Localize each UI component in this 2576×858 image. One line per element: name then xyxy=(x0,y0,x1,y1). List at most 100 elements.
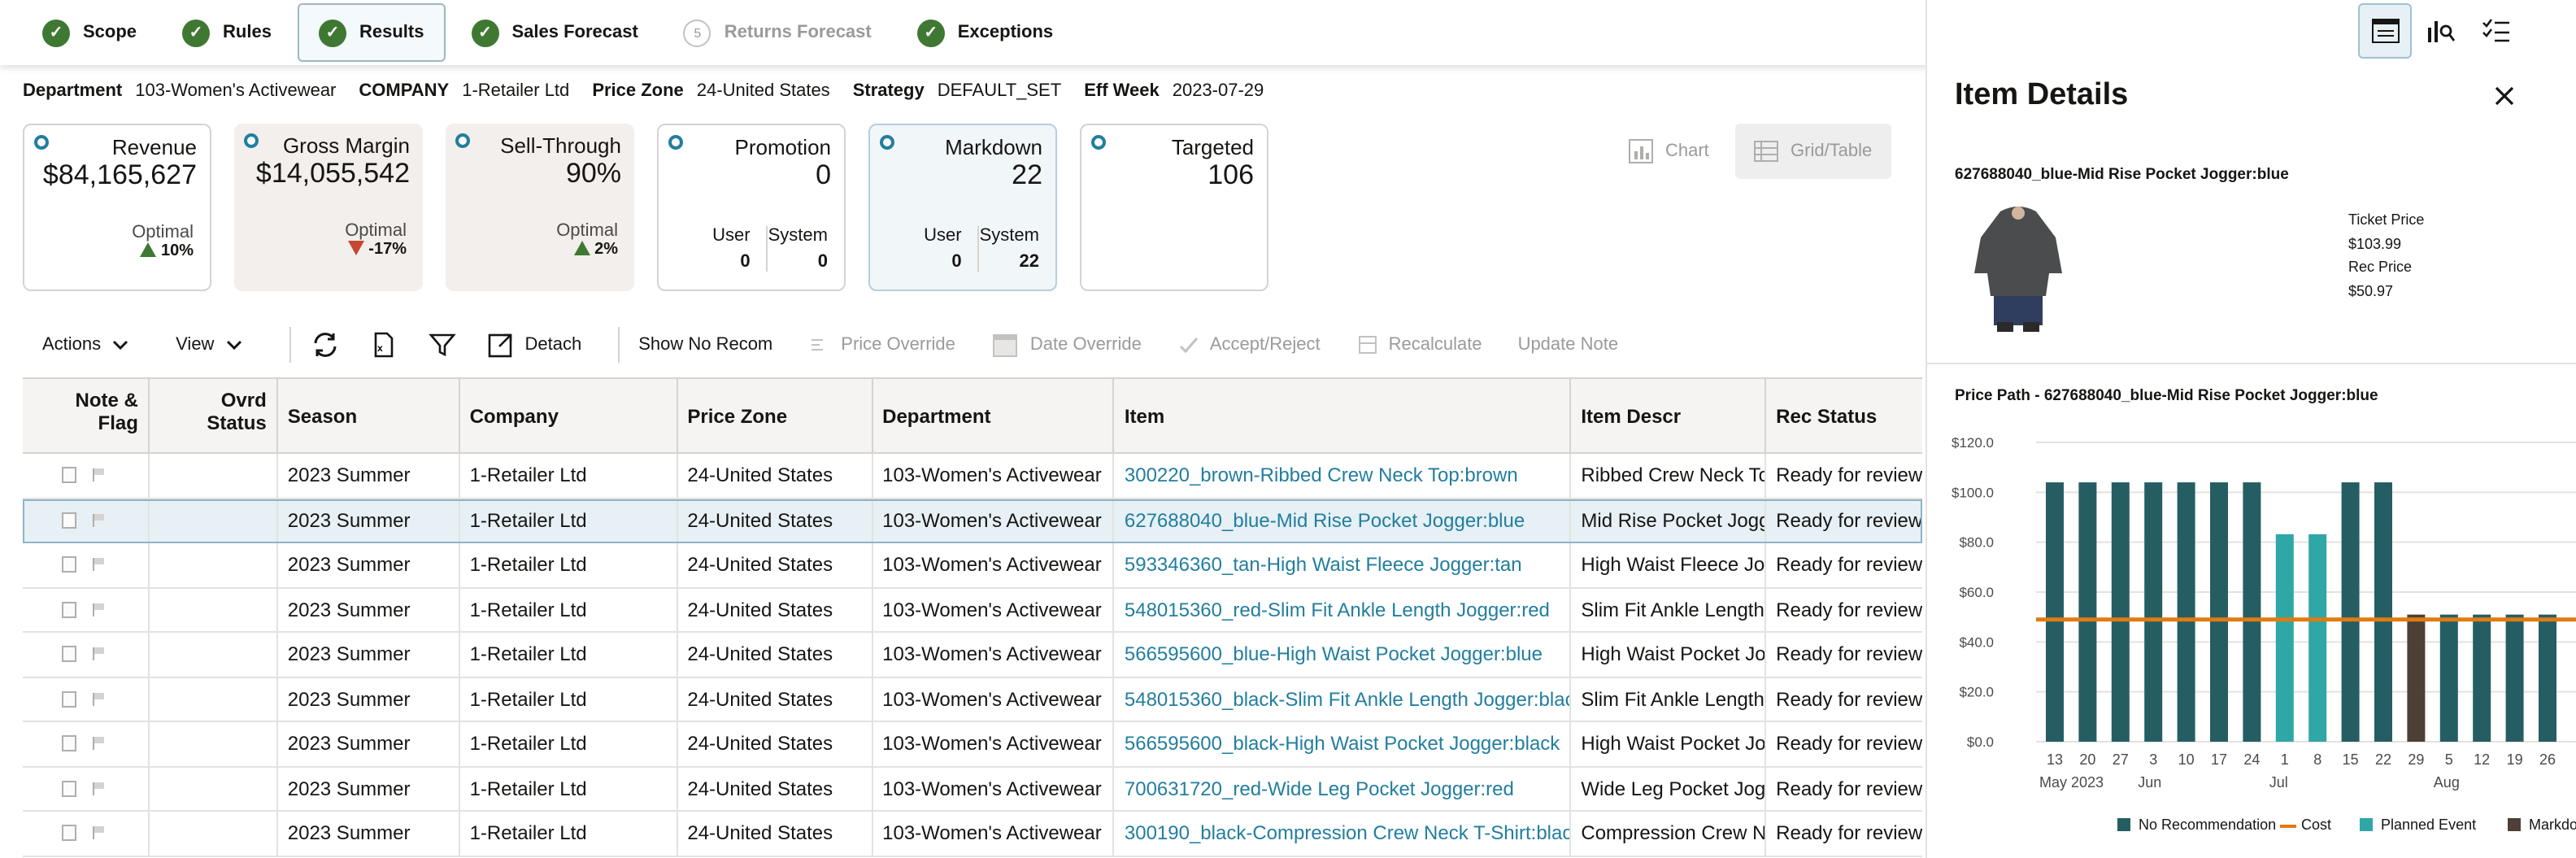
header-season[interactable]: Season xyxy=(278,379,460,452)
price-bar[interactable] xyxy=(2078,482,2097,742)
filter-icon[interactable] xyxy=(427,330,456,359)
item-cell[interactable]: 593346360_tan-High Waist Fleece Jogger:t… xyxy=(1115,543,1572,586)
table-row[interactable]: 2023 Summer 1-Retailer Ltd 24-United State… xyxy=(23,454,1922,499)
note-icon[interactable] xyxy=(62,690,76,708)
radio-icon[interactable] xyxy=(244,133,259,148)
note-icon[interactable] xyxy=(62,780,76,797)
note-flag-cell[interactable] xyxy=(23,588,150,631)
header-item[interactable]: Item xyxy=(1115,379,1572,452)
item-cell[interactable]: 300190_black-Compression Crew Neck T-Shi… xyxy=(1115,812,1572,855)
item-link[interactable]: 593346360_tan-High Waist Fleece Jogger:t… xyxy=(1125,554,1522,577)
table-row[interactable]: 2023 Summer 1-Retailer Ltd 24-United State… xyxy=(23,543,1922,588)
item-link[interactable]: 548015360_red-Slim Fit Ankle Length Jogg… xyxy=(1125,599,1550,621)
price-override-button[interactable]: Price Override xyxy=(808,330,955,359)
train-stop-rules[interactable]: ✓ Rules xyxy=(163,3,291,62)
note-icon[interactable] xyxy=(62,556,76,573)
price-bar[interactable] xyxy=(2177,482,2195,742)
radio-icon[interactable] xyxy=(455,133,470,148)
price-bar[interactable] xyxy=(2341,482,2360,742)
table-row[interactable]: 2023 Summer 1-Retailer Ltd 24-United State… xyxy=(23,677,1922,722)
train-stop-scope[interactable]: ✓ Scope xyxy=(23,3,156,62)
actions-menu[interactable]: Actions xyxy=(42,330,140,359)
price-bar[interactable] xyxy=(2374,482,2392,742)
note-flag-cell[interactable] xyxy=(23,677,150,721)
price-bar[interactable] xyxy=(2144,482,2163,742)
item-link[interactable]: 566595600_black-High Waist Pocket Jogger… xyxy=(1125,733,1560,756)
header-department[interactable]: Department xyxy=(872,379,1115,452)
grid-view-button[interactable]: Grid/Table xyxy=(1735,124,1891,179)
price-bar[interactable] xyxy=(2505,614,2524,742)
chart-view-button[interactable]: Chart xyxy=(1610,124,1725,179)
item-cell[interactable]: 566595600_black-High Waist Pocket Jogger… xyxy=(1115,722,1572,765)
checklist-toggle[interactable] xyxy=(2469,3,2522,59)
price-bar[interactable] xyxy=(2046,482,2064,742)
radio-icon[interactable] xyxy=(668,135,683,150)
table-row[interactable]: 2023 Summer 1-Retailer Ltd 24-United State… xyxy=(23,588,1922,633)
flag-icon[interactable] xyxy=(93,782,106,795)
flag-icon[interactable] xyxy=(93,513,106,527)
header-rec-status[interactable]: Rec Status xyxy=(1766,379,1922,452)
date-override-button[interactable]: Date Override xyxy=(991,330,1142,359)
item-cell[interactable]: 548015360_red-Slim Fit Ankle Length Jogg… xyxy=(1115,588,1572,631)
header-item-descr[interactable]: Item Descr xyxy=(1571,379,1767,452)
note-flag-cell[interactable] xyxy=(23,499,150,542)
update-note-button[interactable]: Update Note xyxy=(1518,335,1619,355)
recalculate-button[interactable]: Recalculate xyxy=(1356,330,1482,359)
radio-icon[interactable] xyxy=(34,135,49,150)
table-row[interactable]: 2023 Summer 1-Retailer Ltd 24-United State… xyxy=(23,722,1922,767)
note-icon[interactable] xyxy=(62,601,76,618)
item-cell[interactable]: 627688040_blue-Mid Rise Pocket Jogger:bl… xyxy=(1115,499,1572,542)
accept-reject-button[interactable]: Accept/Reject xyxy=(1177,330,1321,359)
note-icon[interactable] xyxy=(62,512,76,529)
item-link[interactable]: 300190_black-Compression Crew Neck T-Shi… xyxy=(1125,822,1570,845)
show-no-recom-button[interactable]: Show No Recom xyxy=(638,335,772,355)
price-bar[interactable] xyxy=(2439,614,2458,742)
note-flag-cell[interactable] xyxy=(23,543,150,586)
tile-gross-margin[interactable]: Gross Margin $14,055,542 Optimal -17% xyxy=(234,124,423,291)
radio-icon[interactable] xyxy=(880,135,894,150)
item-cell[interactable]: 700631720_red-Wide Leg Pocket Jogger:red xyxy=(1115,767,1572,810)
price-bar[interactable] xyxy=(2539,614,2556,742)
table-row[interactable]: 2023 Summer 1-Retailer Ltd 24-United State… xyxy=(23,633,1922,677)
price-bar[interactable] xyxy=(2111,482,2130,742)
item-link[interactable]: 566595600_blue-High Waist Pocket Jogger:… xyxy=(1125,643,1543,666)
table-row[interactable]: 2023 Summer 1-Retailer Ltd 24-United State… xyxy=(23,767,1922,812)
note-flag-cell[interactable] xyxy=(23,767,150,810)
price-bar[interactable] xyxy=(2407,614,2426,742)
item-link[interactable]: 627688040_blue-Mid Rise Pocket Jogger:bl… xyxy=(1125,509,1525,532)
header-ovrd-status[interactable]: Ovrd Status xyxy=(150,379,278,452)
analysis-toggle[interactable] xyxy=(2413,3,2467,59)
tile-markdown[interactable]: Markdown 22 User 0 System 22 xyxy=(868,124,1057,291)
flag-icon[interactable] xyxy=(93,558,106,572)
train-stop-returns-forecast[interactable]: 5 Returns Forecast xyxy=(664,3,891,62)
header-price-zone[interactable]: Price Zone xyxy=(677,379,873,452)
price-bar[interactable] xyxy=(2210,482,2228,742)
close-icon[interactable] xyxy=(2493,81,2516,115)
view-menu[interactable]: View xyxy=(176,330,253,359)
note-icon[interactable] xyxy=(62,467,76,484)
flag-icon[interactable] xyxy=(93,603,106,616)
note-flag-cell[interactable] xyxy=(23,722,150,765)
export-icon[interactable]: x xyxy=(368,330,398,359)
item-cell[interactable]: 566595600_blue-High Waist Pocket Jogger:… xyxy=(1115,633,1572,676)
item-link[interactable]: 548015360_black-Slim Fit Ankle Length Jo… xyxy=(1125,688,1570,711)
tile-sell-through[interactable]: Sell-Through 90% Optimal 2% xyxy=(446,124,634,291)
item-link[interactable]: 700631720_red-Wide Leg Pocket Jogger:red xyxy=(1125,777,1514,800)
item-cell[interactable]: 548015360_black-Slim Fit Ankle Length Jo… xyxy=(1115,677,1572,721)
note-icon[interactable] xyxy=(62,825,76,842)
tile-revenue[interactable]: Revenue $84,165,627 Optimal 10% xyxy=(23,124,211,291)
price-bar[interactable] xyxy=(2243,482,2261,742)
note-flag-cell[interactable] xyxy=(23,812,150,855)
train-stop-results[interactable]: ✓ Results xyxy=(297,3,446,62)
flag-icon[interactable] xyxy=(93,737,106,751)
price-bar[interactable] xyxy=(2473,614,2491,742)
price-bar[interactable] xyxy=(2275,534,2294,742)
table-row[interactable]: 2023 Summer 1-Retailer Ltd 24-United State… xyxy=(23,499,1922,543)
tile-promotion[interactable]: Promotion 0 User 0 System 0 xyxy=(657,124,846,291)
flag-icon[interactable] xyxy=(93,647,106,661)
train-stop-sales-forecast[interactable]: ✓ Sales Forecast xyxy=(451,3,657,62)
tile-targeted[interactable]: Targeted 106 xyxy=(1080,124,1268,291)
note-icon[interactable] xyxy=(62,646,76,663)
header-company[interactable]: Company xyxy=(460,379,678,452)
flag-icon[interactable] xyxy=(93,692,106,706)
